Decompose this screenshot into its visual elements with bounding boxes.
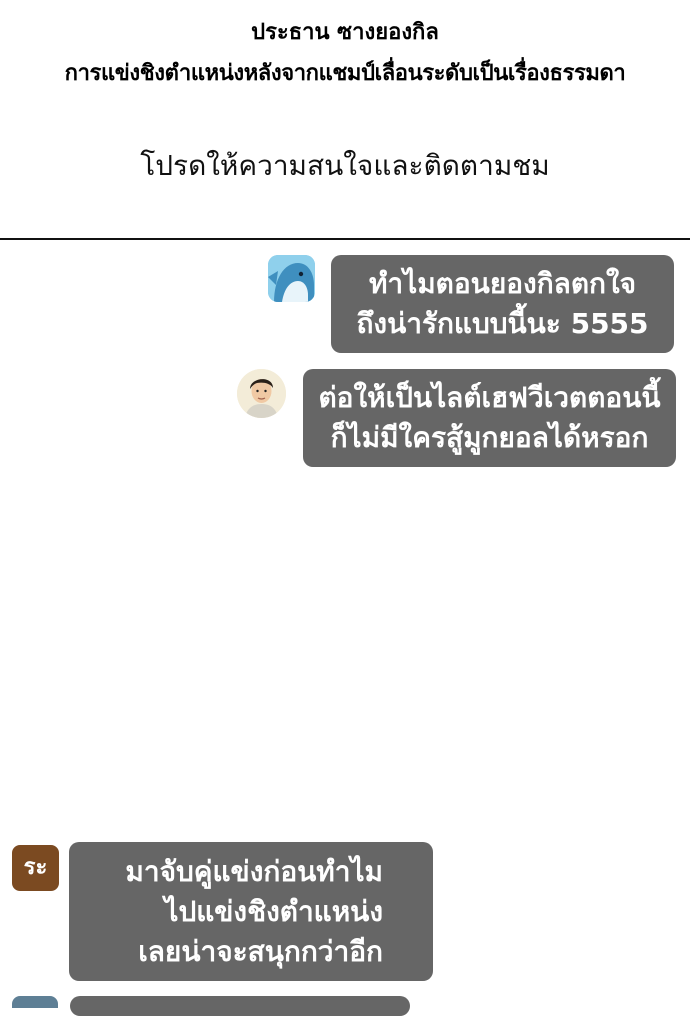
bubble-text-line: ทำไมตอนยองกิลตกใจ (368, 267, 637, 300)
whale-icon (268, 255, 315, 302)
bubble-text-line: ถึงน่ารักแบบนี้นะ 5555 (356, 307, 649, 340)
divider (0, 238, 690, 240)
chat-bubble (70, 996, 410, 1016)
post-title-line-1: ประธาน ซางยองกิล (251, 20, 439, 45)
bubble-text-line: ไปแข่งชิงตำแหน่ง (164, 895, 383, 928)
bubble-text-line: มาจับคู่แข่งก่อนทำไม (125, 855, 383, 888)
person-icon (237, 369, 286, 418)
chat-bubble: มาจับคู่แข่งก่อนทำไม ไปแข่งชิงตำแหน่ง เล… (69, 842, 433, 981)
bubble-text-line: ต่อให้เป็นไลต์เฮฟวีเวตตอนนี้ (318, 381, 661, 414)
whale-avatar[interactable] (268, 255, 315, 302)
bubble-text-line: ก็ไม่มีใครสู้มูกยอลได้หรอก (330, 421, 649, 454)
chat-bubble: ต่อให้เป็นไลต์เฮฟวีเวตตอนนี้ ก็ไม่มีใครส… (303, 369, 676, 467)
bubble-text-line: เลยน่าจะสนุกกว่าอีก (138, 935, 383, 968)
chat-bubble: ทำไมตอนยองกิลตกใจ ถึงน่ารักแบบนี้นะ 5555 (331, 255, 674, 353)
man-avatar[interactable] (237, 369, 286, 418)
avatar[interactable] (12, 996, 58, 1008)
subtitle: โปรดให้ความสนใจและติดตามชม (140, 149, 550, 182)
sa-avatar[interactable]: ระ (12, 845, 59, 891)
post-title-line-2: การแข่งชิงตำแหน่งหลังจากแชมป์เลื่อนระดับ… (64, 61, 626, 86)
